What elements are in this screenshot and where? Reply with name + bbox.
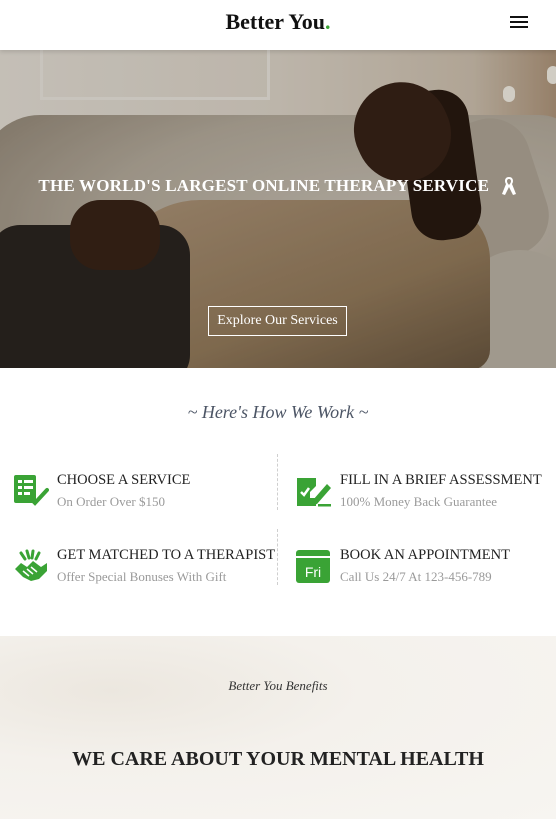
- handshake-icon: [15, 549, 47, 581]
- step-book-appointment: Fri BOOK AN APPOINTMENT Call Us 24/7 At …: [296, 547, 556, 607]
- step-title: GET MATCHED TO A THERAPIST: [57, 547, 276, 563]
- hamburger-menu-icon[interactable]: [510, 16, 528, 30]
- benefits-label: Better You Benefits: [228, 678, 328, 693]
- logo-dot: .: [325, 9, 331, 34]
- hero-banner: THE WORLD'S LARGEST ONLINE THERAPY SERVI…: [0, 50, 556, 368]
- assessment-icon: [297, 478, 331, 507]
- step-subtitle: Offer Special Bonuses With Gift: [57, 569, 227, 584]
- site-logo[interactable]: Better You.: [0, 9, 556, 35]
- step-subtitle: On Order Over $150: [57, 494, 165, 509]
- how-we-work-heading: ~ Here's How We Work ~: [187, 402, 369, 422]
- step-get-matched: GET MATCHED TO A THERAPIST Offer Special…: [13, 547, 276, 607]
- step-subtitle: Call Us 24/7 At 123-456-789: [340, 569, 492, 584]
- hero-title-text: THE WORLD'S LARGEST ONLINE THERAPY SERVI…: [38, 176, 490, 196]
- step-title: BOOK AN APPOINTMENT: [340, 547, 510, 563]
- awareness-ribbon-icon: [501, 177, 516, 196]
- site-header: Better You.: [0, 0, 556, 50]
- calendar-day-label: Fri: [305, 564, 321, 580]
- step-subtitle: 100% Money Back Guarantee: [340, 494, 498, 509]
- benefits-section: Better You Benefits WE CARE ABOUT YOUR M…: [0, 636, 556, 819]
- explore-services-button[interactable]: Explore Our Services: [208, 306, 347, 336]
- logo-text: Better You: [225, 9, 326, 34]
- step-choose-service: CHOOSE A SERVICE On Order Over $150: [13, 472, 273, 532]
- steps-divider-bottom: [277, 529, 278, 585]
- hero-title: THE WORLD'S LARGEST ONLINE THERAPY SERVI…: [0, 175, 556, 197]
- checklist-icon: [14, 475, 49, 506]
- calendar-icon: Fri: [296, 550, 330, 583]
- step-title: FILL IN A BRIEF ASSESSMENT: [340, 472, 542, 488]
- step-title: CHOOSE A SERVICE: [57, 472, 191, 488]
- benefits-title: WE CARE ABOUT YOUR MENTAL HEALTH: [72, 748, 484, 770]
- steps-divider-top: [277, 454, 278, 510]
- step-fill-assessment: FILL IN A BRIEF ASSESSMENT 100% Money Ba…: [296, 472, 556, 532]
